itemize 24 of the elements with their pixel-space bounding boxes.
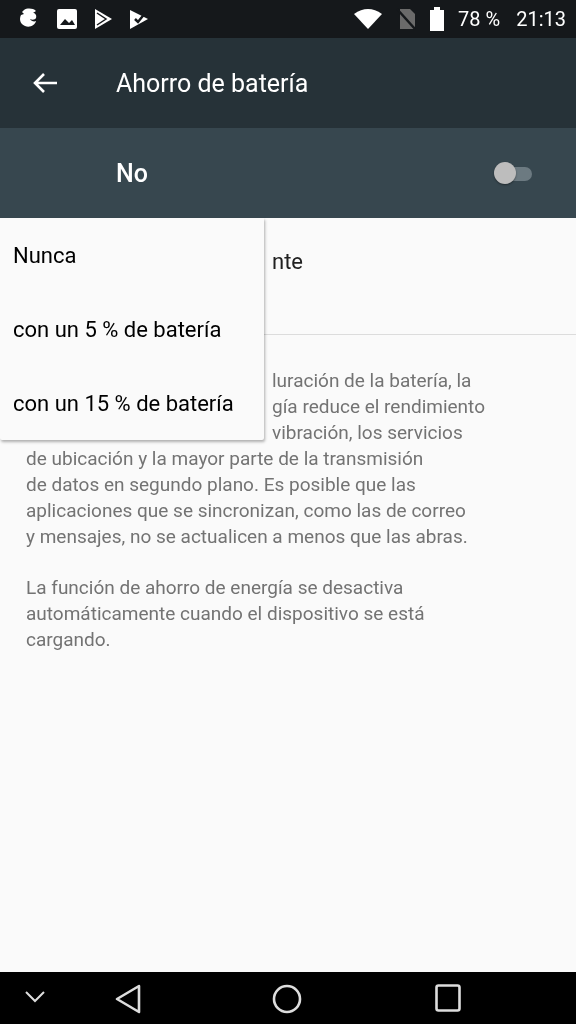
description-line: aplicaciones que se sincronizan, como las de correo xyxy=(26,498,467,524)
play-store-icon xyxy=(92,8,114,30)
description-line: vibración, los servicios xyxy=(272,420,463,446)
battery-percentage: 78 % xyxy=(458,7,501,31)
recents-icon[interactable] xyxy=(435,984,461,1015)
checkmark-flag-icon xyxy=(128,8,150,30)
clock: 21:13 xyxy=(516,7,566,31)
charging-note: La función de ahorro de energía se desactiva automáticamente cuando el dispositivo se está cargando. xyxy=(26,575,426,653)
description-line: de datos en segundo plano. Es posible que las xyxy=(26,472,417,498)
setting-title: nte xyxy=(272,249,303,274)
menu-item[interactable]: con un 5 % de batería xyxy=(0,292,264,366)
back-arrow-icon xyxy=(32,72,58,94)
menu-item[interactable]: con un 15 % de batería xyxy=(0,366,264,440)
description-line: y mensajes, no se actualicen a menos que las abras. xyxy=(26,524,469,550)
screen-title: Ahorro de batería xyxy=(116,68,309,98)
battery-icon xyxy=(430,7,445,31)
description-line: de ubicación y la mayor parte de la transmisión xyxy=(26,446,425,472)
description-line: luración de la batería, la xyxy=(272,368,472,394)
image-icon xyxy=(56,8,78,30)
toggle-switch[interactable] xyxy=(496,162,532,184)
switch-label: No xyxy=(116,158,149,188)
menu-item[interactable]: Nunca xyxy=(0,218,264,292)
wifi-icon xyxy=(354,8,383,30)
description-line: gía reduce el rendimiento xyxy=(272,394,485,420)
